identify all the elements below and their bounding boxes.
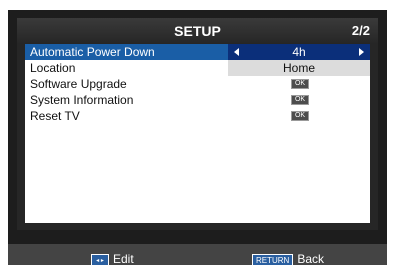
setting-row-system-information[interactable]: System Information OK — [25, 92, 370, 108]
setting-value-area: OK — [228, 92, 370, 108]
software-upgrade-ok-button[interactable]: OK — [291, 79, 309, 89]
setting-row-software-upgrade[interactable]: Software Upgrade OK — [25, 76, 370, 92]
back-label: Back — [297, 252, 325, 265]
reset-tv-ok-button[interactable]: OK — [291, 111, 309, 121]
setting-row-automatic-power-down[interactable]: Automatic Power Down 4h — [25, 44, 370, 60]
menu-header: SETUP 2/2 — [17, 18, 378, 44]
edit-label: Edit — [113, 252, 134, 265]
location-selector[interactable]: Home — [228, 60, 370, 76]
settings-list: Automatic Power Down 4h Location Home So… — [25, 44, 370, 223]
setting-value: Home — [282, 61, 315, 75]
page-title: SETUP — [174, 23, 221, 39]
setting-value: 4h — [292, 45, 306, 59]
setting-row-reset-tv[interactable]: Reset TV OK — [25, 108, 370, 124]
setting-label: Location — [30, 61, 76, 75]
setting-row-location[interactable]: Location Home — [25, 60, 370, 76]
edit-hint: ◂ ▸ Edit — [91, 252, 134, 265]
footer-hints: ◂ ▸ Edit RETURN Back — [8, 244, 387, 265]
page-indicator: 2/2 — [351, 23, 370, 38]
setting-label: Reset TV — [30, 109, 80, 123]
left-right-keys-icon: ◂ ▸ — [91, 253, 109, 265]
setting-value-area: OK — [228, 108, 370, 124]
setting-label: System Information — [30, 93, 134, 107]
setting-label: Automatic Power Down — [30, 45, 155, 59]
right-arrow-icon[interactable] — [359, 48, 364, 56]
return-key-icon: RETURN — [252, 253, 294, 265]
power-down-selector[interactable]: 4h — [228, 44, 370, 60]
setting-label: Software Upgrade — [30, 77, 127, 91]
system-information-ok-button[interactable]: OK — [291, 95, 309, 105]
setting-value-area: OK — [228, 76, 370, 92]
back-hint: RETURN Back — [252, 252, 324, 265]
